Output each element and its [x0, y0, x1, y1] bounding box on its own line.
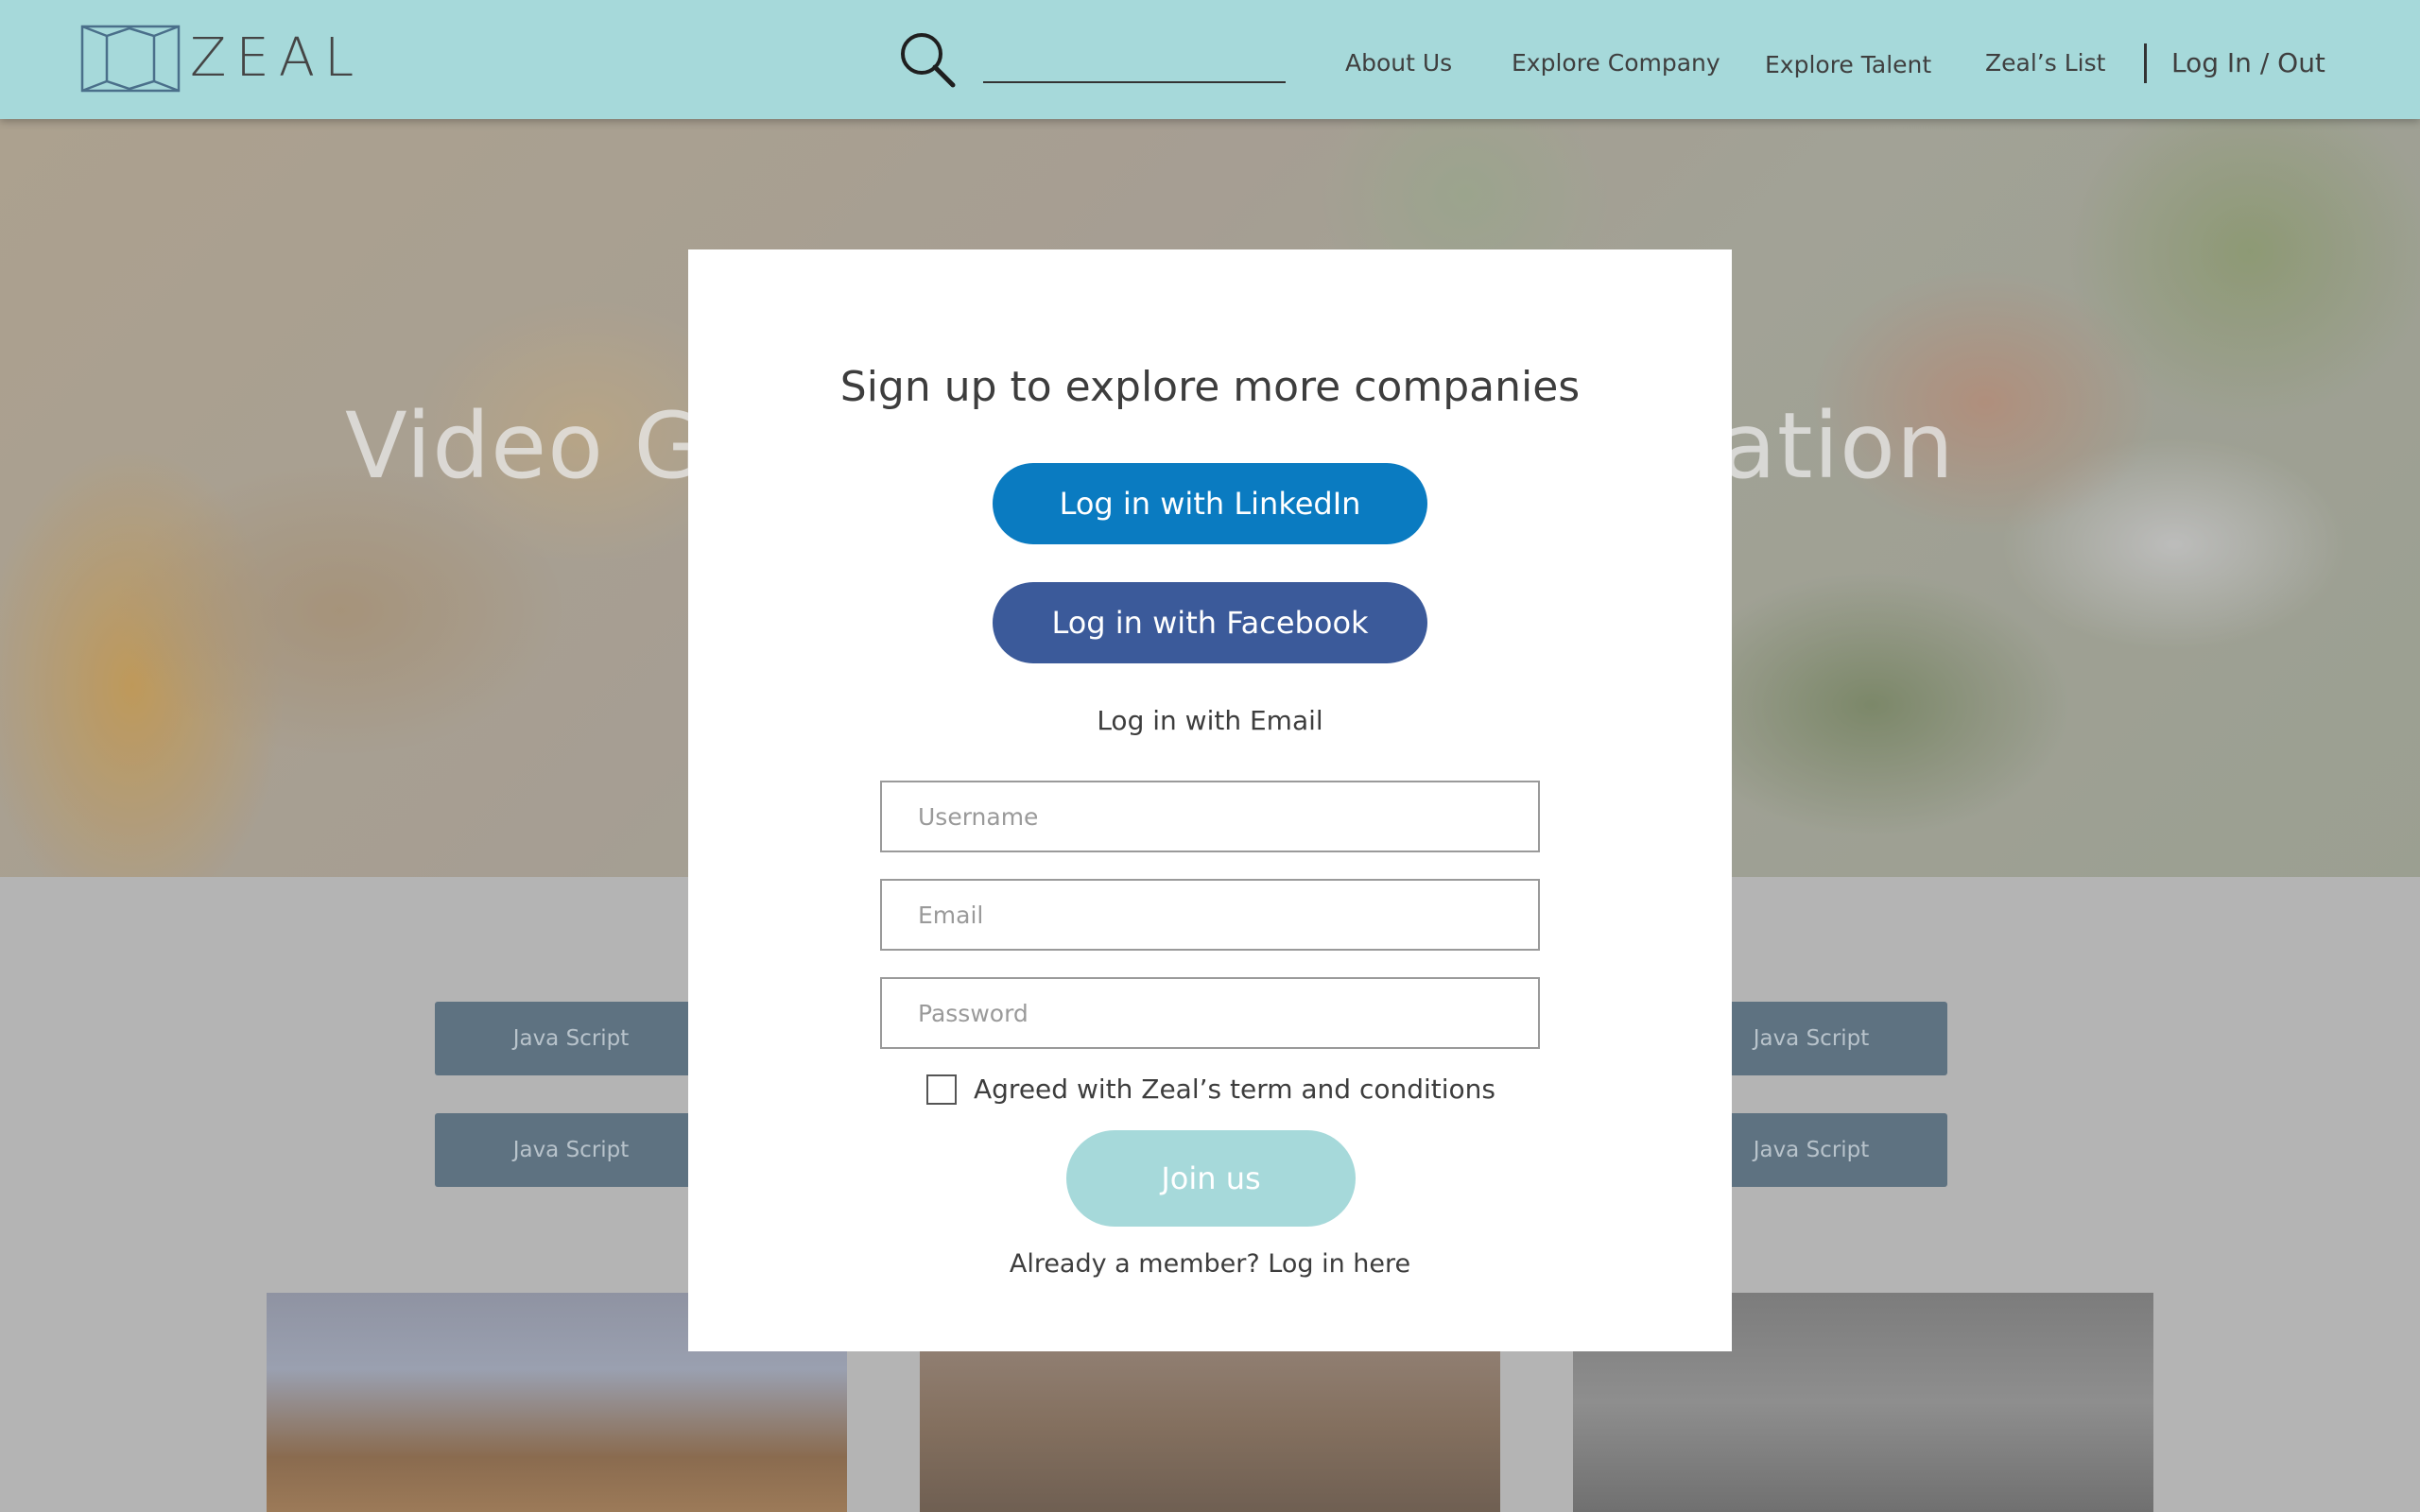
skill-tag[interactable]: Java Script: [435, 1113, 707, 1187]
modal-title: Sign up to explore more companies: [839, 363, 1581, 411]
email-field[interactable]: [880, 879, 1540, 951]
skill-tag[interactable]: Java Script: [435, 1002, 707, 1075]
terms-label: Agreed with Zeal’s term and conditions: [974, 1074, 1496, 1105]
hero-title-right: ation: [1720, 393, 1955, 499]
signup-modal: Sign up to explore more companies Log in…: [688, 249, 1732, 1351]
search-icon[interactable]: [898, 30, 957, 89]
logo-mark-icon: [80, 25, 181, 93]
username-field[interactable]: [880, 781, 1540, 852]
join-button[interactable]: Join us: [1066, 1130, 1356, 1227]
nav-login-logout[interactable]: Log In / Out: [2171, 47, 2325, 78]
email-login-label: Log in with Email: [1097, 705, 1323, 736]
zeal-logo[interactable]: ZEAL: [80, 23, 363, 94]
search-input[interactable]: [983, 51, 1286, 83]
nav-explore-company[interactable]: Explore Company: [1512, 49, 1720, 77]
nav-divider: [2144, 43, 2147, 83]
nav-about-us[interactable]: About Us: [1345, 49, 1452, 77]
terms-row: Agreed with Zeal’s term and conditions: [926, 1074, 1495, 1105]
logo-text: ZEAL: [190, 27, 364, 89]
password-field[interactable]: [880, 977, 1540, 1049]
terms-checkbox[interactable]: [926, 1074, 957, 1105]
linkedin-login-button[interactable]: Log in with LinkedIn: [993, 463, 1427, 544]
member-login-link[interactable]: Already a member? Log in here: [688, 1249, 1732, 1279]
nav-explore-talent[interactable]: Explore Talent: [1765, 51, 1931, 78]
facebook-login-button[interactable]: Log in with Facebook: [993, 582, 1427, 663]
nav-zeals-list[interactable]: Zeal’s List: [1985, 49, 2105, 77]
top-navigation-bar: ZEAL About Us Explore Company Explore Ta…: [0, 0, 2420, 119]
